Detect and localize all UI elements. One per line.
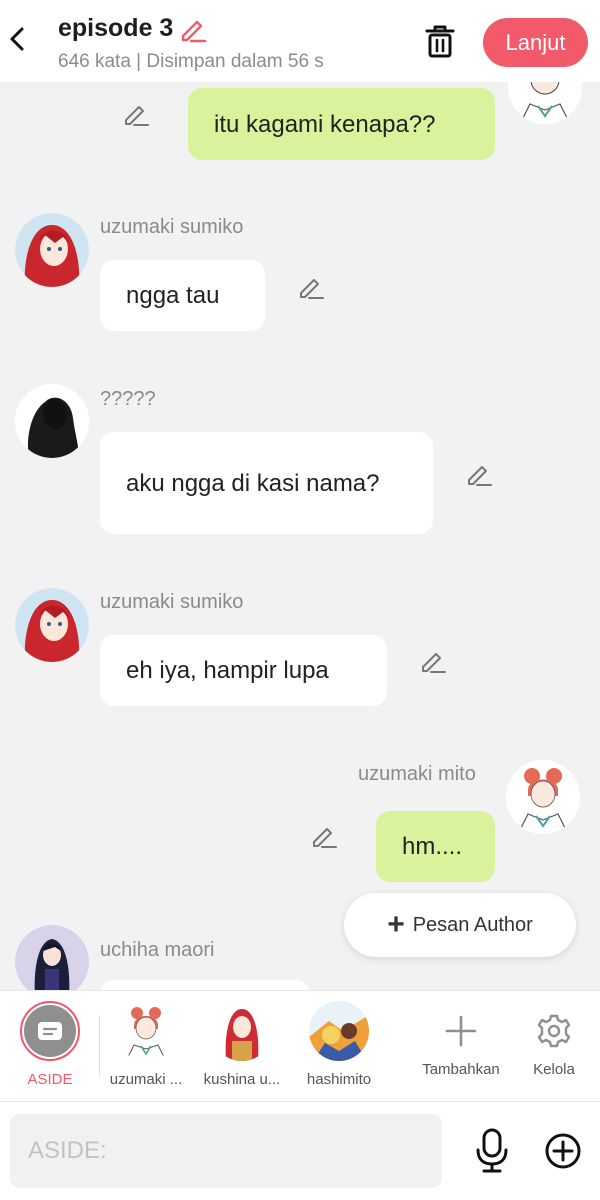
character-uzumaki-mito[interactable]: uzumaki ... (100, 1001, 192, 1088)
sender-name: uzumaki mito (358, 763, 476, 785)
microphone-icon[interactable] (473, 1128, 511, 1174)
avatar (309, 1001, 369, 1061)
message-bubble[interactable]: itu kagami kenapa?? (188, 88, 495, 160)
add-circle-icon[interactable] (544, 1132, 582, 1170)
sender-name: uzumaki sumiko (100, 216, 244, 238)
edit-message-pencil-icon[interactable] (122, 100, 150, 128)
plus-icon (415, 1001, 507, 1061)
trash-icon[interactable] (422, 22, 458, 60)
page-title-row: episode 3 (58, 14, 207, 43)
page-title: episode 3 (58, 14, 174, 42)
character-label: hashimito (306, 1071, 372, 1088)
message-bubble[interactable]: ngga tau (100, 260, 265, 331)
message-bubble[interactable]: aku ngga di kasi nama? (100, 432, 433, 534)
manage-label: Kelola (533, 1061, 575, 1078)
add-character-label: Tambahkan (422, 1061, 500, 1078)
character-label: kushina u... (203, 1071, 281, 1088)
aside-selected-ring (20, 1001, 80, 1061)
sender-name: ????? (100, 388, 156, 410)
avatar-uzumaki-sumiko[interactable] (15, 588, 89, 662)
avatar-uchiha-maori[interactable] (15, 925, 89, 990)
avatar (212, 1001, 272, 1061)
character-label: uzumaki ... (109, 1071, 183, 1088)
message-bubble[interactable] (100, 980, 310, 990)
edit-title-pencil-icon[interactable] (179, 15, 207, 43)
add-character-button[interactable]: Tambahkan (415, 1001, 507, 1078)
message-input-bar (0, 1102, 600, 1200)
avatar-unnamed-silhouette[interactable] (15, 384, 89, 458)
aside-message-icon (24, 1005, 76, 1057)
character-selector-bar: ASIDE uzumaki ... kushina u... hashimito… (0, 990, 600, 1102)
back-arrow-icon[interactable] (6, 24, 30, 54)
edit-message-pencil-icon[interactable] (465, 460, 493, 488)
avatar-uzumaki-mito[interactable] (508, 82, 582, 124)
word-count-save-status: 646 kata | Disimpan dalam 56 s (58, 51, 324, 72)
author-button-label: Pesan Author (412, 913, 533, 936)
edit-message-pencil-icon[interactable] (419, 647, 447, 675)
plus-icon: + (387, 908, 405, 941)
message-bubble[interactable]: eh iya, hampir lupa (100, 635, 387, 706)
message-bubble[interactable]: hm.... (376, 811, 495, 882)
edit-message-pencil-icon[interactable] (310, 822, 338, 850)
next-button[interactable]: Lanjut (483, 18, 588, 67)
gear-icon (508, 1001, 600, 1061)
character-aside[interactable]: ASIDE (4, 1001, 96, 1088)
sender-name: uzumaki sumiko (100, 591, 244, 613)
character-hashimito[interactable]: hashimito (293, 1001, 385, 1088)
top-header: episode 3 646 kata | Disimpan dalam 56 s… (0, 0, 600, 82)
avatar-uzumaki-mito[interactable] (506, 760, 580, 834)
sender-name: uchiha maori (100, 939, 215, 961)
edit-message-pencil-icon[interactable] (297, 273, 325, 301)
add-author-message-button[interactable]: + Pesan Author (344, 893, 576, 957)
manage-characters-button[interactable]: Kelola (508, 1001, 600, 1078)
character-kushina[interactable]: kushina u... (196, 1001, 288, 1088)
avatar-uzumaki-sumiko[interactable] (15, 213, 89, 287)
message-input[interactable] (10, 1114, 442, 1188)
character-label: ASIDE (27, 1071, 73, 1088)
avatar (116, 1001, 176, 1061)
chat-area[interactable]: itu kagami kenapa?? uzumaki sumiko ngga … (0, 82, 600, 990)
